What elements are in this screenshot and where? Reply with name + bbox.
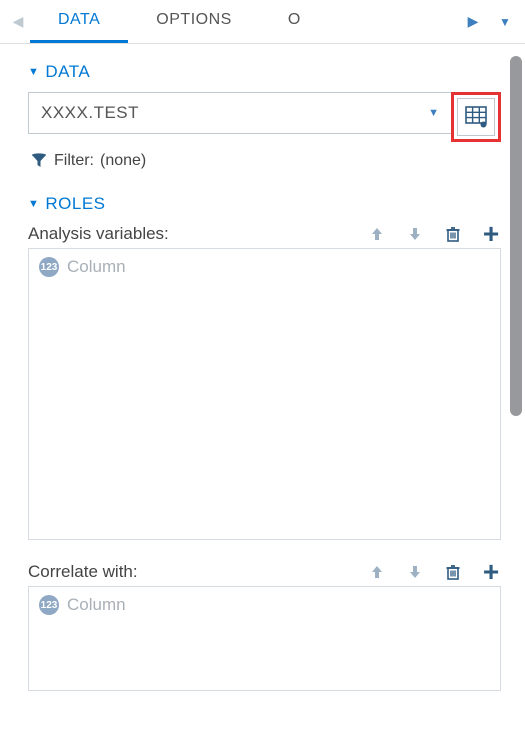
section-roles-title: ROLES	[45, 194, 105, 214]
column-placeholder-text: Column	[67, 257, 126, 277]
arrow-up-icon	[369, 226, 385, 242]
caret-down-icon: ▼	[28, 66, 39, 78]
filter-value: (none)	[100, 152, 146, 170]
tab-scroll-left-icon[interactable]: ◀	[6, 13, 30, 30]
role-analysis-actions: +	[367, 224, 501, 244]
tab-menu-dropdown-icon[interactable]: ▼	[491, 15, 519, 29]
add-button[interactable]: +	[481, 224, 501, 244]
tab-scroll-right-icon[interactable]: ▶	[461, 13, 485, 30]
tab-overflow[interactable]: O	[260, 0, 329, 43]
dataset-select-value: XXXX.TEST	[41, 103, 139, 123]
table-icon	[465, 106, 487, 128]
add-button[interactable]: +	[481, 562, 501, 582]
data-select-row: XXXX.TEST ▼	[28, 92, 501, 142]
role-analysis-title: Analysis variables:	[28, 224, 169, 244]
filter-row[interactable]: Filter: (none)	[28, 152, 501, 170]
section-roles-header[interactable]: ▼ ROLES	[28, 194, 501, 214]
tab-options[interactable]: OPTIONS	[128, 0, 260, 43]
delete-button[interactable]	[443, 562, 463, 582]
caret-down-icon: ▼	[28, 198, 39, 210]
column-placeholder-text: Column	[67, 595, 126, 615]
tab-data[interactable]: DATA	[30, 0, 128, 43]
dropdown-caret-icon: ▼	[428, 107, 439, 119]
section-data-title: DATA	[45, 62, 90, 82]
role-analysis-header: Analysis variables:	[28, 224, 501, 244]
view-table-button[interactable]	[457, 98, 495, 136]
arrow-down-icon	[407, 564, 423, 580]
role-correlate-list[interactable]: 123 Column	[28, 586, 501, 691]
content-panel: ▼ DATA XXXX.TEST ▼ Filte	[0, 44, 525, 738]
role-analysis-list[interactable]: 123 Column	[28, 248, 501, 540]
dataset-select[interactable]: XXXX.TEST ▼	[28, 92, 452, 134]
arrow-up-icon	[369, 564, 385, 580]
role-correlate-actions: +	[367, 562, 501, 582]
filter-icon	[30, 152, 48, 170]
role-correlate-block: Correlate with:	[28, 562, 501, 691]
column-placeholder: 123 Column	[39, 257, 490, 277]
tab-bar: ◀ DATA OPTIONS O ▶ ▼	[0, 0, 525, 44]
table-button-highlight	[451, 92, 501, 142]
delete-button[interactable]	[443, 224, 463, 244]
move-down-button[interactable]	[405, 562, 425, 582]
numeric-column-icon: 123	[39, 257, 59, 277]
arrow-down-icon	[407, 226, 423, 242]
vertical-scrollbar[interactable]	[510, 56, 522, 416]
numeric-column-icon: 123	[39, 595, 59, 615]
move-up-button[interactable]	[367, 562, 387, 582]
move-down-button[interactable]	[405, 224, 425, 244]
tabs-container: DATA OPTIONS O	[30, 0, 461, 43]
role-analysis-block: Analysis variables:	[28, 224, 501, 540]
role-correlate-title: Correlate with:	[28, 562, 138, 582]
filter-label: Filter:	[54, 152, 94, 170]
trash-icon	[445, 564, 461, 580]
role-correlate-header: Correlate with:	[28, 562, 501, 582]
move-up-button[interactable]	[367, 224, 387, 244]
section-data-header[interactable]: ▼ DATA	[28, 62, 501, 82]
trash-icon	[445, 226, 461, 242]
column-placeholder: 123 Column	[39, 595, 490, 615]
